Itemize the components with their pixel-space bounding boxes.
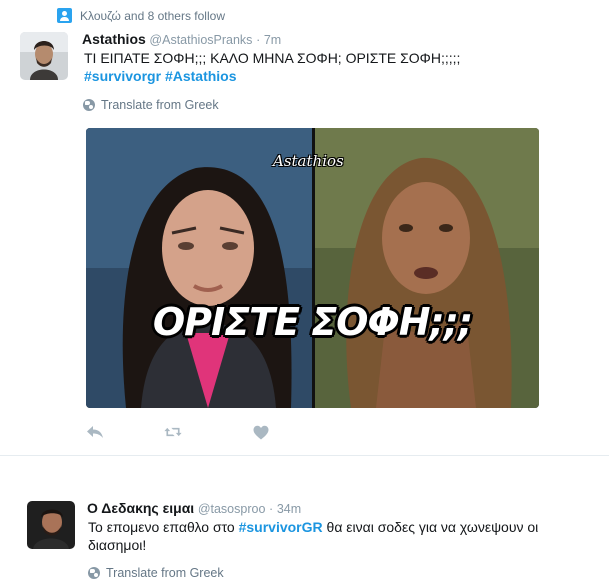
like-button[interactable]: [252, 423, 270, 441]
timestamp[interactable]: 7m: [264, 33, 281, 47]
user-handle[interactable]: @tasosproo: [198, 502, 266, 516]
media-watermark: Astathios: [273, 152, 344, 170]
separator-dot: ·: [256, 33, 261, 47]
timestamp[interactable]: 34m: [277, 502, 301, 516]
tweet-text: Το επομενο επαθλο στο #survivorGR θα ειν…: [88, 518, 598, 554]
media-caption: ΟΡΙΣΤΕ ΣΟΦΗ;;;: [152, 300, 473, 344]
display-name[interactable]: Astathios: [82, 31, 146, 47]
tweet-header: Ο Δεδακης ειμαι @tasosproo · 34m: [87, 500, 301, 516]
tweet-media-image[interactable]: Astathios ΟΡΙΣΤΕ ΣΟΦΗ;;;: [86, 128, 539, 408]
display-name[interactable]: Ο Δεδακης ειμαι: [87, 500, 194, 516]
globe-icon: [88, 567, 100, 579]
tweet-tasosproo[interactable]: Ο Δεδακης ειμαι @tasosproo · 34m Το επομ…: [0, 455, 609, 583]
social-context: Κλουζώ and 8 others follow: [57, 8, 225, 23]
translate-link[interactable]: Translate from Greek: [83, 98, 219, 112]
translate-link[interactable]: Translate from Greek: [88, 566, 224, 580]
user-handle[interactable]: @AstathiosPranks: [149, 33, 252, 47]
avatar[interactable]: [20, 32, 68, 80]
hashtag-link[interactable]: #survivorGR: [239, 519, 323, 535]
social-context-text: Κλουζώ and 8 others follow: [80, 8, 225, 23]
separator-dot: ·: [269, 502, 274, 516]
person-follow-icon: [57, 8, 72, 23]
hashtag-link[interactable]: #Astathios: [165, 68, 237, 84]
tweet-header: Astathios @AstathiosPranks · 7m: [82, 31, 281, 47]
globe-icon: [83, 99, 95, 111]
reply-button[interactable]: [86, 423, 104, 441]
retweet-button[interactable]: [164, 423, 182, 441]
heart-icon: [253, 425, 269, 439]
tweet-astathios[interactable]: Κλουζώ and 8 others follow Astathios @As…: [0, 0, 609, 455]
avatar[interactable]: [27, 501, 75, 549]
translate-label: Translate from Greek: [101, 98, 219, 112]
tweet-text-part: Το επομενο επαθλο στο: [88, 519, 239, 535]
tweet-text: ΤΙ ΕΙΠΑΤΕ ΣΟΦΗ;;; ΚΑΛΟ ΜΗΝΑ ΣΟΦΗ; ΟΡΙΣΤΕ…: [84, 49, 594, 85]
reply-icon: [87, 426, 103, 438]
hashtag-link[interactable]: #survivorgr: [84, 68, 161, 84]
tweet-actions: [86, 423, 270, 441]
tweet-text-line: ΤΙ ΕΙΠΑΤΕ ΣΟΦΗ;;; ΚΑΛΟ ΜΗΝΑ ΣΟΦΗ; ΟΡΙΣΤΕ…: [84, 50, 461, 66]
translate-label: Translate from Greek: [106, 566, 224, 580]
retweet-icon: [164, 427, 182, 437]
